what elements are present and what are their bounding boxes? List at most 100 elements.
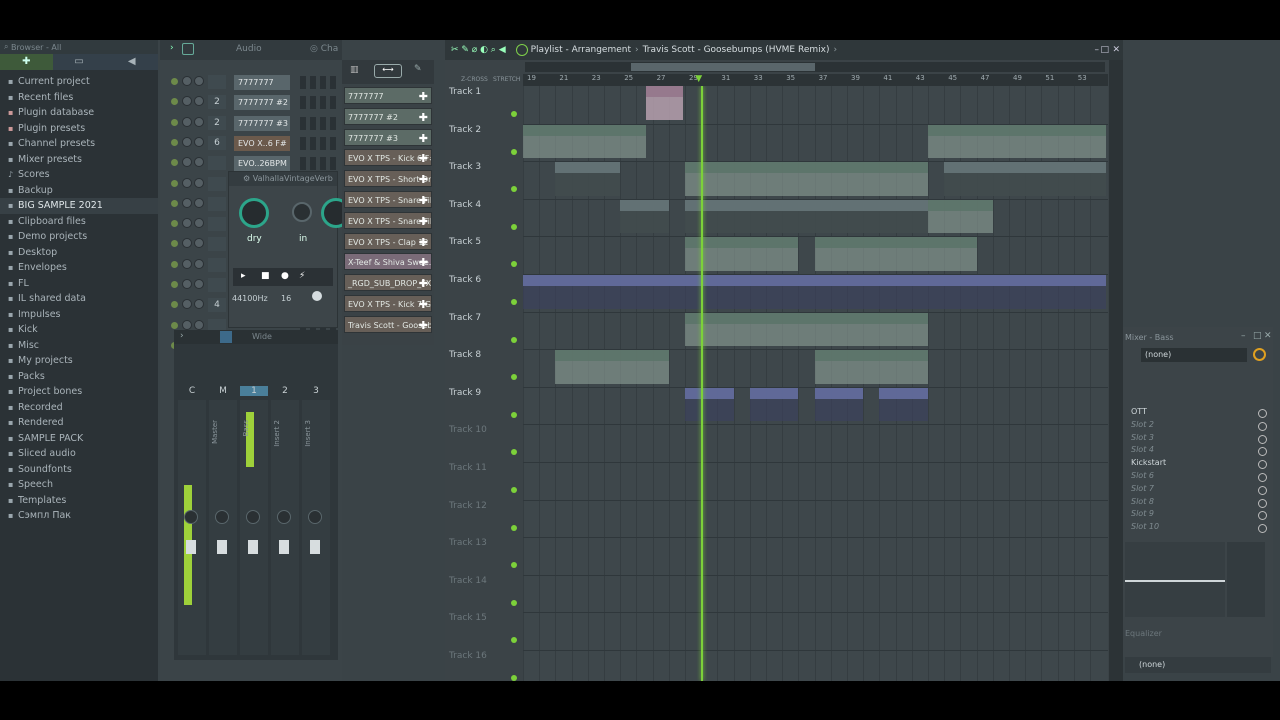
browser-item[interactable]: ▪ Recent files [0,90,158,106]
playhead-marker-icon[interactable]: ▼ [695,74,702,84]
playlist-clip[interactable]: 7777777 [523,124,647,159]
track-enable-led[interactable] [511,186,517,193]
browser-item[interactable]: ▪ Soundfonts [0,462,158,478]
arrangement-grid[interactable]: Tra..mix) 7777777 7777777 #2 Pattern 2 77777… [523,86,1108,681]
gear-icon[interactable]: ⚙ [243,174,253,183]
channel-knob[interactable] [182,218,192,229]
track-enable-led[interactable] [511,336,517,343]
mixer-strip-label[interactable]: 3 [302,386,330,396]
fader-handle[interactable] [186,540,196,554]
channel-mixer-track[interactable]: 6 [208,135,226,150]
channel-knob[interactable] [194,157,204,168]
brush-icon[interactable]: ✎ [414,64,422,74]
channel-button[interactable]: 7777777 #2 [234,95,290,111]
channel-knob[interactable] [194,319,204,330]
playlist-clip[interactable] [806,312,928,347]
mixer-strip[interactable]: Insert 2 [271,400,299,655]
channel-button[interactable]: 7777777 #3 [234,115,290,131]
mixer-strip[interactable]: Bass [240,400,268,655]
track-name[interactable]: Track 8 [449,350,481,360]
effect-slot[interactable]: Slot 9 [1131,509,1267,521]
playlist-clip[interactable]: Valhall...level [749,387,799,422]
channel-mixer-track[interactable] [208,75,226,89]
piano-icon[interactable]: ▥ [350,65,359,75]
playlist-clip[interactable] [814,350,928,384]
stop-icon[interactable]: ■ [261,271,270,281]
browser-item[interactable]: ▪ Rendered [0,415,158,431]
channel-knob[interactable] [182,177,192,188]
channel-mute-led[interactable] [171,281,178,288]
fader-handle[interactable] [217,540,227,554]
channel-knob[interactable] [182,157,192,168]
channel-mixer-track[interactable] [208,278,226,292]
channel-button[interactable]: EVO..26BPM [234,156,290,172]
channel-mute-led[interactable] [171,78,178,85]
dry-knob[interactable] [239,198,269,228]
timeline-ruler[interactable]: 19 21 23 25 27 29 31 33 35 37 39 41 43 45 47 49 51 53 ▼ [523,74,1108,86]
playlist-clip[interactable]: Pattern 2 [1009,162,1074,196]
tools-icon[interactable]: ✂ ✎ ⌀ ◐ ⌕ ◀ [451,45,506,55]
playlist-clip[interactable] [814,237,928,271]
channel-row[interactable]: 2 7777777 #3 [160,114,342,134]
channel-mute-led[interactable] [171,199,178,207]
channel-knob[interactable] [182,238,192,249]
channel-mixer-track[interactable] [208,196,226,211]
layout-icon[interactable] [220,331,232,343]
track-name[interactable]: Track 11 [449,463,487,473]
effect-slot[interactable]: OTT [1131,407,1267,419]
channel-knob[interactable] [194,136,204,147]
track-enable-led[interactable] [511,261,517,268]
track-enable-led[interactable] [511,411,517,418]
picker-item[interactable]: 7777777 ✚ [344,87,432,104]
picker-item[interactable]: EVO X TPS - Kick 7 G ✚ [344,295,432,312]
track-name[interactable]: Track 12 [449,501,487,511]
maximize-icon[interactable]: □ [1100,45,1109,55]
pan-knob[interactable] [308,510,322,524]
playlist-clip[interactable]: Kickstart - 64bit - Mix level [523,275,1107,309]
arrow-icon[interactable]: › [170,43,174,53]
step-button[interactable] [330,96,336,110]
track-name[interactable]: Track 13 [449,538,487,548]
channel-mute-led[interactable] [171,220,178,228]
mixer-view-mode[interactable]: Wide [252,332,272,341]
track-enable-led[interactable] [511,111,517,117]
browser-item[interactable]: ▪ Current project [0,74,158,90]
step-button[interactable] [330,76,336,89]
maximize-icon[interactable]: □ [1253,331,1262,341]
browser-item[interactable]: ▪ Packs [0,369,158,385]
channel-mute-led[interactable] [171,98,178,106]
browser-item[interactable]: ▪ Templates [0,493,158,509]
browser-item[interactable]: ▪ Kick [0,322,158,338]
playlist-clip[interactable]: Pattern 1 [879,199,928,234]
step-button[interactable] [300,136,306,150]
channel-button[interactable]: 7777777 [234,75,290,90]
audio-clip-icon[interactable]: ⟷ [374,64,402,78]
effect-slot[interactable]: Slot 6 [1131,471,1267,483]
rack-filter-dropdown[interactable]: Audio [236,44,262,54]
fader-handle[interactable] [310,540,320,554]
browser-item[interactable]: ▪ Channel presets [0,136,158,152]
minimize-icon[interactable]: – [1095,45,1100,55]
info-icon[interactable] [312,291,322,301]
channel-knob[interactable] [182,136,192,147]
track-enable-led[interactable] [511,374,517,381]
playlist-clip[interactable]: Pattern 2 [944,162,1009,196]
channel-knob[interactable] [194,116,204,127]
insert-preset-dropdown[interactable]: (none) [1141,348,1247,362]
scrollbar-thumb[interactable] [631,63,815,71]
pan-knob[interactable] [277,510,291,524]
slot-enable-icon[interactable] [1258,498,1267,508]
channel-button[interactable]: EVO X..6 F# [234,135,290,151]
playlist-clip[interactable]: 7777777 #2 [928,124,1107,159]
step-button[interactable] [310,136,316,150]
track-name[interactable]: Track 16 [449,651,487,661]
browser-item[interactable]: ▪ Clipboard files [0,214,158,230]
browser-tab-speaker[interactable]: ◀ [105,54,159,70]
rack-tab-label[interactable]: ◎ Cha [310,44,338,54]
picker-item[interactable]: 7777777 #2 ✚ [344,107,432,125]
step-button[interactable] [320,116,326,130]
slot-enable-icon[interactable] [1258,434,1267,444]
step-button[interactable] [310,76,316,89]
channel-knob[interactable] [182,299,192,310]
record-icon[interactable]: ● [281,271,289,281]
